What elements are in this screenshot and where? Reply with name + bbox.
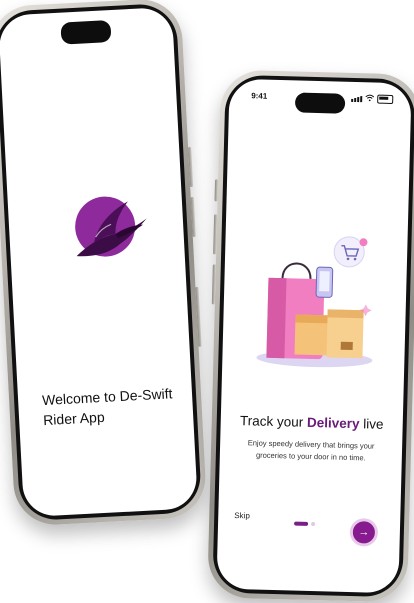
welcome-title: Welcome to De-Swift Rider App xyxy=(41,385,173,429)
page-dot xyxy=(311,521,316,527)
next-button[interactable]: → xyxy=(349,518,379,547)
onboarding-screen: 9:41 Track your Delivery live Enjoy spee… xyxy=(216,78,412,594)
page-dot-active xyxy=(294,521,309,526)
welcome-screen: Welcome to De-Swift Rider App xyxy=(0,6,199,518)
title-prefix: Track your xyxy=(239,413,304,430)
title-highlight: Delivery xyxy=(306,414,360,432)
volume-button xyxy=(190,196,196,238)
dynamic-island xyxy=(294,92,346,114)
status-icons xyxy=(351,94,394,104)
swift-bird-logo-icon xyxy=(69,188,153,272)
dynamic-island xyxy=(60,20,112,45)
arrow-right-icon: → xyxy=(358,526,370,539)
volume-button xyxy=(211,264,216,305)
volume-button xyxy=(213,214,218,255)
battery-icon xyxy=(377,94,394,104)
page-indicator xyxy=(294,521,316,527)
power-button xyxy=(195,286,202,347)
right-phone-frame: 9:41 Track your Delivery live Enjoy spee… xyxy=(207,69,414,603)
onboarding-subtitle: Enjoy speedy delivery that brings your g… xyxy=(247,438,375,463)
delivery-illustration xyxy=(252,229,386,372)
status-time: 9:41 xyxy=(251,91,268,101)
volume-button xyxy=(188,146,194,188)
wifi-icon xyxy=(365,94,375,103)
left-phone-frame: Welcome to De-Swift Rider App xyxy=(0,0,208,527)
title-suffix: live xyxy=(363,416,384,432)
action-button xyxy=(214,179,219,202)
signal-icon xyxy=(351,95,363,102)
skip-button[interactable]: Skip xyxy=(234,511,250,520)
onboarding-title: Track your Delivery live xyxy=(221,413,403,433)
